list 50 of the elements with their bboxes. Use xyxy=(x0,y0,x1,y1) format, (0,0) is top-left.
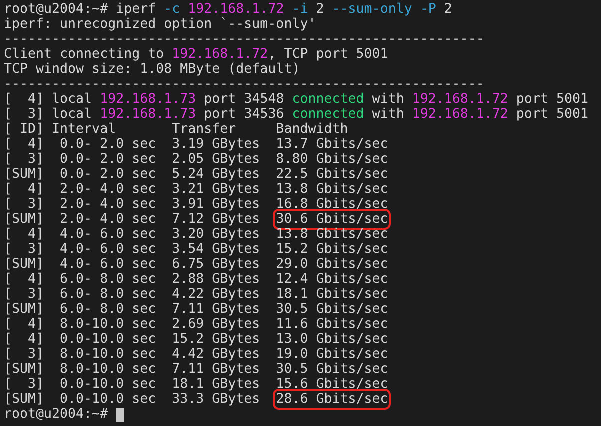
terminal-text: [ 3] 6.0- 8.0 sec 4.22 GBytes 18.1 Gbits/sec xyxy=(4,287,388,302)
terminal-text: [ 3] 0.0- 2.0 sec 2.05 GBytes 8.80 Gbits/sec xyxy=(4,152,388,167)
terminal-text: connected xyxy=(292,107,364,122)
terminal-text: [ 4] local xyxy=(4,92,94,107)
terminal-text: with xyxy=(371,107,406,122)
terminal-text: [ 3] 0.0-10.0 sec 18.1 GBytes 15.6 Gbits/sec xyxy=(4,377,388,392)
terminal-text: --sum-only -P xyxy=(332,2,436,17)
highlighted-text: 30.6 Gbits/sec xyxy=(276,212,388,227)
terminal-text: [ 4] 0.0-10.0 sec 15.2 GBytes 13.0 Gbits/sec xyxy=(4,332,388,347)
terminal-text: ------------------------------------------------------------ xyxy=(4,32,484,47)
terminal-text: Client connecting to xyxy=(4,47,166,62)
terminal-text: [ 3] 8.0-10.0 sec 4.42 GBytes 19.0 Gbits/sec xyxy=(4,347,388,362)
terminal-text: iperf: unrecognized option `--sum-only' xyxy=(4,17,316,32)
terminal-text: connected xyxy=(292,92,364,107)
terminal-text: [SUM] 2.0- 4.0 sec 7.12 GBytes xyxy=(4,212,262,227)
terminal-text: [SUM] 0.0- 2.0 sec 5.24 GBytes 22.5 Gbits/sec xyxy=(4,167,388,182)
terminal-text: [ 4] 0.0- 2.0 sec 3.19 GBytes 13.7 Gbits/sec xyxy=(4,137,388,152)
terminal-text: 2 xyxy=(443,2,452,17)
terminal-text: [ 3] 4.0- 6.0 sec 3.54 GBytes 15.2 Gbits/sec xyxy=(4,242,388,257)
terminal-text: port 5001 xyxy=(515,92,588,107)
terminal-text: [ 3] local xyxy=(4,107,94,122)
terminal-text: -i xyxy=(291,2,308,17)
terminal-text: [SUM] 6.0- 8.0 sec 7.11 GBytes 30.5 Gbits/sec xyxy=(4,302,388,317)
terminal-text: with xyxy=(371,92,406,107)
terminal-text: [SUM] 4.0- 6.0 sec 6.75 GBytes 29.0 Gbits/sec xyxy=(4,257,388,272)
terminal-text: [ 4] 8.0-10.0 sec 2.69 GBytes 11.6 Gbits/sec xyxy=(4,317,388,332)
terminal-text: port 5001 xyxy=(515,107,588,122)
terminal-text: 192.168.1.72 xyxy=(412,92,508,107)
terminal-text: root@u2004:~# xyxy=(4,407,110,422)
terminal-text: [ 4] 6.0- 8.0 sec 2.88 GBytes 12.4 Gbits/sec xyxy=(4,272,388,287)
terminal-text: 192.168.1.72 xyxy=(188,2,284,17)
terminal-text: [SUM] 0.0-10.0 sec 33.3 GBytes xyxy=(4,392,262,407)
highlighted-text: 28.6 Gbits/sec xyxy=(276,392,388,407)
terminal-text: ------------------------------------------------------------ xyxy=(4,77,484,92)
terminal-text: , TCP port 5001 xyxy=(268,47,388,62)
terminal-text: -c xyxy=(164,2,182,17)
terminal-text: 192.168.1.73 xyxy=(100,107,196,122)
terminal-text: 192.168.1.72 xyxy=(172,47,268,62)
terminal-text: [ ID] Interval Transfer Bandwidth xyxy=(4,122,348,137)
terminal-text: port 34536 xyxy=(203,107,286,122)
terminal-text: TCP window size: 1.08 MByte (default) xyxy=(4,62,300,77)
terminal-text: 192.168.1.72 xyxy=(412,107,508,122)
terminal-text: [ 3] 2.0- 4.0 sec 3.91 GBytes 16.8 Gbits/sec xyxy=(4,197,388,212)
terminal-text: [SUM] 8.0-10.0 sec 7.11 GBytes 30.5 Gbits/sec xyxy=(4,362,388,377)
terminal-text: [ 4] 2.0- 4.0 sec 3.21 GBytes 13.8 Gbits/sec xyxy=(4,182,388,197)
terminal-text: port 34548 xyxy=(203,92,286,107)
terminal-text: [ 4] 4.0- 6.0 sec 3.20 GBytes 13.8 Gbits/sec xyxy=(4,227,388,242)
terminal-text: 2 xyxy=(315,2,326,17)
terminal-text: 192.168.1.73 xyxy=(100,92,196,107)
terminal-text: root@u2004:~# iperf xyxy=(4,2,158,17)
